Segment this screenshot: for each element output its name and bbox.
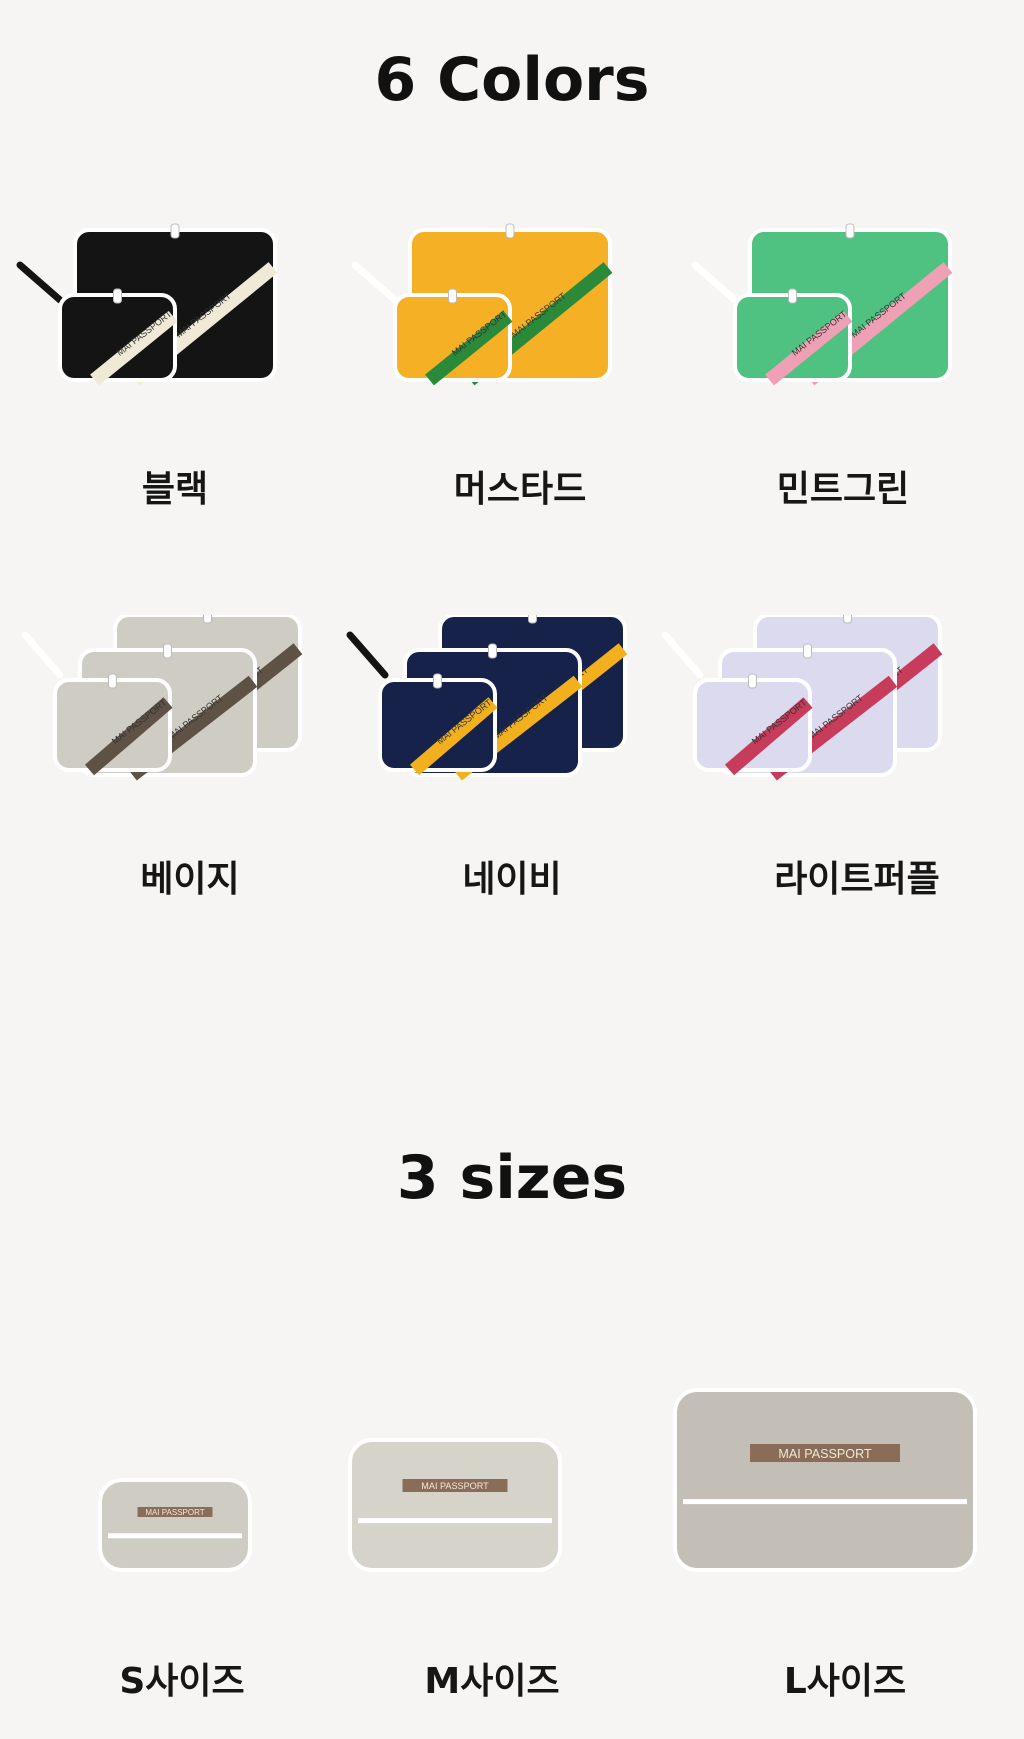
bag-image: MAI PASSPORTMAI PASSPORTMAI PASSPORT [346,615,628,781]
bag-image: MAI PASSPORTMAI PASSPORT [16,223,278,386]
small-pouch-zipper-pull [788,288,797,304]
colors-heading: 6 Colors [374,45,650,115]
bag-image: MAI PASSPORT [673,1388,977,1572]
large-pouch-zipper-pull [528,615,537,624]
medium-pouch-zipper-pull [803,643,812,659]
color-swatch-mint[interactable]: MAI PASSPORT MAI PASSPORT [690,220,1010,460]
bag-image: MAI PASSPORTMAI PASSPORT [691,223,953,386]
wrist-strap [16,261,64,304]
large-pouch-zipper-pull [170,223,180,239]
size-label-s: S사이즈 [119,1661,245,1702]
size-swatch-l[interactable]: MAI PASSPORT [670,1380,990,1620]
size-pouch-brand-tag: MAI PASSPORT [421,1481,489,1491]
size-pouch [673,1388,977,1572]
large-pouch-zipper-pull [843,615,852,624]
wrist-strap [691,261,739,304]
large-pouch-zipper-pull [505,223,515,239]
color-label-beige: 베이지 [140,859,240,900]
color-label-navy: 네이비 [462,859,562,900]
size-swatch-m[interactable]: MAI PASSPORT [330,1380,650,1620]
color-label-lightpurple: 라이트퍼플 [774,859,940,900]
medium-pouch-zipper-pull [488,643,497,659]
color-swatch-mustard[interactable]: MAI PASSPORT MAI PASSPORT [350,220,670,460]
size-label-l: L사이즈 [783,1661,907,1702]
size-pouch [98,1478,252,1572]
small-pouch-zipper-pull [748,673,757,689]
color-swatch-navy[interactable]: MAI PASSPORTMAI PASSPORTMAI PASSPORT [345,615,665,855]
sizes-heading: 3 sizes [396,1143,628,1213]
color-swatch-beige[interactable]: MAI PASSPORTMAI PASSPORTMAI PASSPORT [20,615,340,855]
small-pouch-zipper-pull [108,673,117,689]
color-label-black: 블랙 [141,469,209,510]
wrist-strap [661,631,704,679]
bag-image: MAI PASSPORT [348,1438,562,1572]
large-pouch-zipper-pull [845,223,855,239]
large-pouch-zipper-pull [203,615,212,624]
bag-image: MAI PASSPORTMAI PASSPORT [351,223,613,386]
size-label-m: M사이즈 [424,1661,560,1702]
color-swatch-black[interactable]: MAI PASSPORT MAI PASSPORT [15,220,335,460]
color-label-mustard: 머스타드 [453,469,587,510]
small-pouch-zipper-pull [448,288,457,304]
size-pouch [348,1438,562,1572]
wrist-strap [21,631,64,679]
bag-image: MAI PASSPORTMAI PASSPORTMAI PASSPORT [21,615,303,781]
small-pouch-zipper-pull [113,288,122,304]
size-pouch-brand-tag: MAI PASSPORT [145,1508,204,1517]
wrist-strap [346,631,389,679]
color-swatch-lightpurple[interactable]: MAI PASSPORTMAI PASSPORTMAI PASSPORT [660,615,980,855]
color-label-mint: 민트그린 [776,469,910,510]
size-pouch-brand-tag: MAI PASSPORT [778,1447,872,1461]
medium-pouch-zipper-pull [163,643,172,659]
small-pouch-zipper-pull [433,673,442,689]
bag-image: MAI PASSPORTMAI PASSPORTMAI PASSPORT [661,615,943,781]
wrist-strap [351,261,399,304]
